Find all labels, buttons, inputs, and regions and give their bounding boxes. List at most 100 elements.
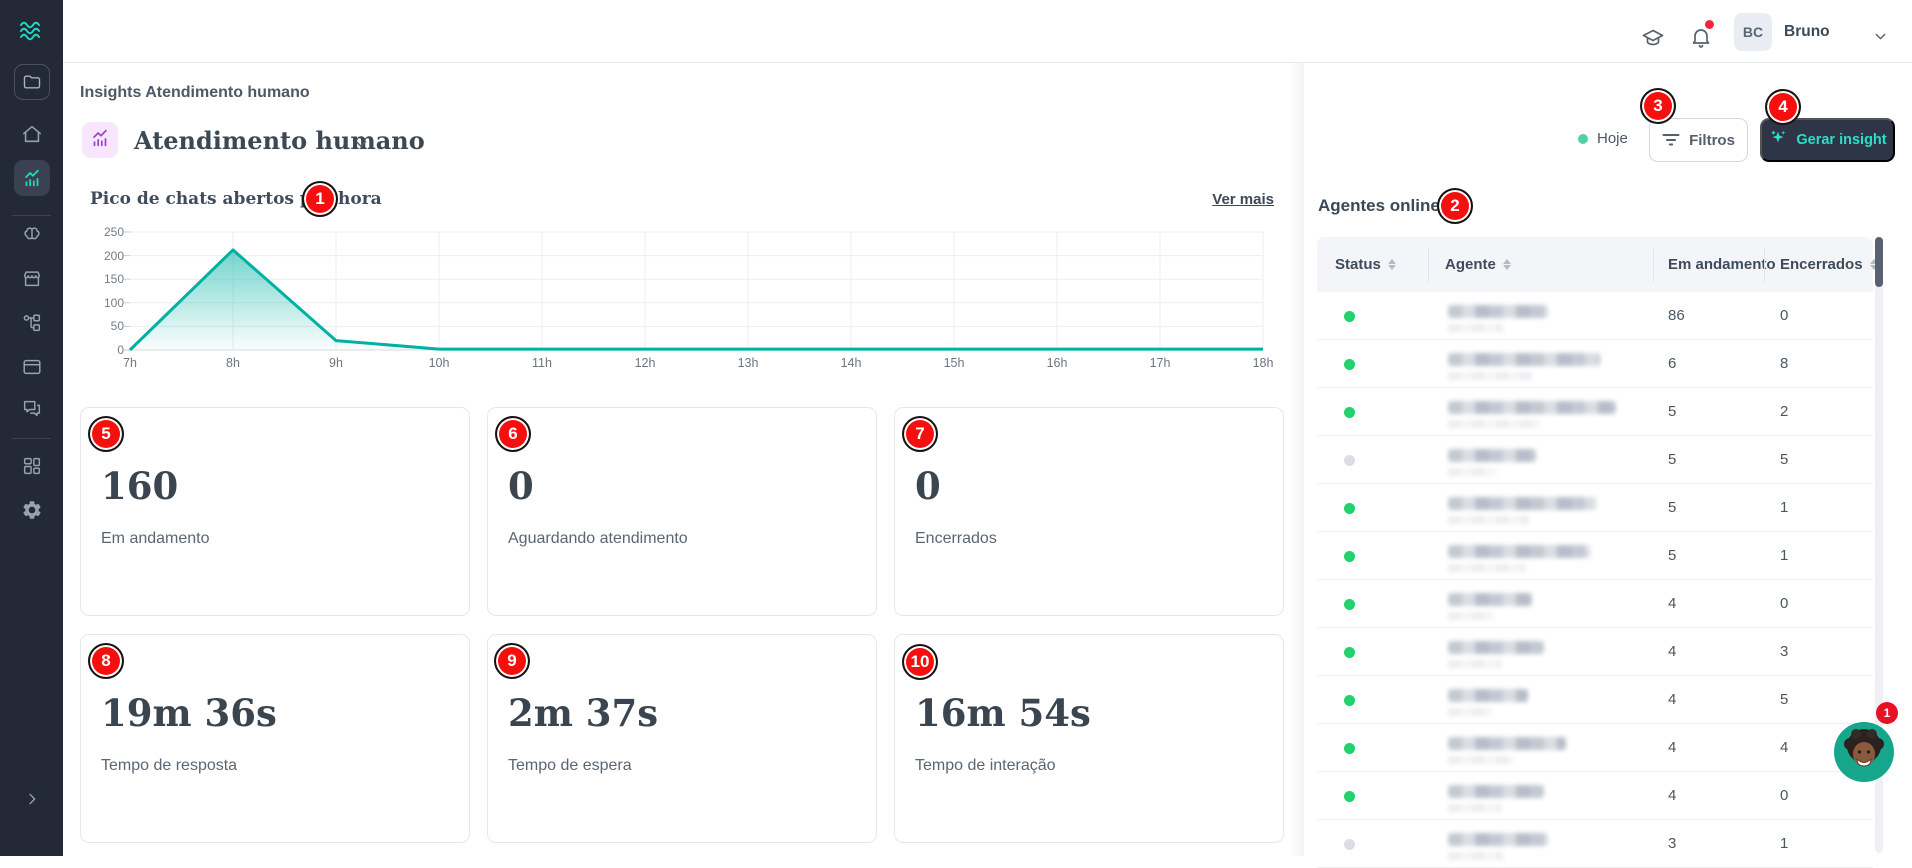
- cell-em-andamento: 6: [1668, 355, 1677, 372]
- sidebar: [0, 0, 63, 856]
- filter-icon: [1662, 131, 1680, 150]
- stat-card: 0 Encerrados: [894, 407, 1284, 616]
- storefront-icon: [21, 268, 43, 290]
- agent-subtext-redacted: [1448, 660, 1501, 668]
- panel-divider-shadow: [1290, 63, 1304, 856]
- table-row: 43: [1317, 628, 1873, 676]
- cell-encerrados: 3: [1780, 643, 1789, 660]
- agent-name-redacted: [1448, 545, 1590, 558]
- agent-name-redacted: [1448, 737, 1566, 750]
- agents-table: Status Agente Em andamento Encerrados 86…: [1317, 237, 1878, 868]
- sidebar-collapse-button[interactable]: [0, 786, 63, 812]
- sidebar-item-flows[interactable]: [0, 310, 63, 336]
- agents-table-header: Status Agente Em andamento Encerrados: [1317, 237, 1878, 292]
- sparkles-icon: [1768, 128, 1788, 152]
- sidebar-item-ai[interactable]: [0, 222, 63, 248]
- status-dot: [1344, 359, 1355, 370]
- app-logo[interactable]: [0, 16, 63, 46]
- x-tick-label: 10h: [428, 356, 450, 370]
- cell-encerrados: 1: [1780, 835, 1789, 852]
- sidebar-item-chats[interactable]: [0, 396, 63, 422]
- topbar: [63, 0, 1912, 63]
- stat-value: 0: [508, 464, 534, 508]
- cell-encerrados: 0: [1780, 595, 1789, 612]
- stat-value: 2m 37s: [508, 691, 659, 735]
- academy-button[interactable]: [1641, 26, 1665, 55]
- annotation-badge-1: 1: [302, 181, 338, 217]
- agent-subtext-redacted: [1448, 708, 1492, 716]
- y-tick-label: 50: [110, 319, 124, 334]
- stat-value: 19m 36s: [101, 691, 277, 735]
- annotation-badge-3: 3: [1640, 88, 1676, 124]
- sidebar-item-analytics[interactable]: [0, 159, 63, 197]
- column-header-status[interactable]: Status: [1335, 237, 1396, 292]
- title-dropdown-chevron[interactable]: [352, 135, 370, 158]
- cell-encerrados: 4: [1780, 739, 1789, 756]
- chat-widget-badge: 1: [1876, 702, 1898, 724]
- annotation-badge-10: 10: [902, 644, 938, 680]
- analytics-chart-icon: [13, 160, 50, 196]
- stat-value: 0: [915, 464, 941, 508]
- table-row: 86 0: [1317, 292, 1873, 340]
- scrollbar-thumb[interactable]: [1875, 237, 1883, 287]
- chat-widget-avatar[interactable]: [1834, 722, 1894, 782]
- header-separator: [1653, 247, 1654, 282]
- sidebar-item-store[interactable]: [0, 266, 63, 292]
- cell-em-andamento: 4: [1668, 595, 1677, 612]
- column-header-em-andamento[interactable]: Em andamento: [1668, 237, 1776, 292]
- cell-em-andamento: 4: [1668, 643, 1677, 660]
- cell-encerrados: 0: [1780, 307, 1789, 324]
- agent-name-redacted: [1448, 785, 1544, 798]
- stat-label: Encerrados: [915, 530, 997, 547]
- chevron-down-icon: [352, 140, 370, 157]
- sort-icon: [1502, 259, 1511, 270]
- cell-encerrados: 1: [1780, 499, 1789, 516]
- annotation-badge-8: 8: [88, 643, 124, 679]
- table-row: 31: [1317, 820, 1873, 868]
- cell-em-andamento: 5: [1668, 547, 1677, 564]
- agent-name-redacted: [1448, 401, 1616, 414]
- table-row: 55: [1317, 436, 1873, 484]
- stat-value: 160: [101, 464, 179, 508]
- agent-name-redacted: [1448, 497, 1596, 510]
- gear-icon: [21, 499, 43, 521]
- chat-bubbles-icon: [21, 398, 43, 420]
- column-header-agente[interactable]: Agente: [1445, 237, 1511, 292]
- x-tick-label: 11h: [532, 356, 552, 370]
- generate-insight-label: Gerar insight: [1796, 132, 1887, 148]
- agent-name-redacted: [1448, 449, 1536, 462]
- annotation-badge-7: 7: [902, 416, 938, 452]
- see-more-link[interactable]: Ver mais: [1198, 191, 1274, 208]
- user-menu-chevron[interactable]: [1872, 28, 1889, 50]
- cell-em-andamento: 4: [1668, 691, 1677, 708]
- cell-encerrados: 0: [1780, 787, 1789, 804]
- x-tick-label: 14h: [840, 356, 862, 370]
- sidebar-item-desk[interactable]: [0, 354, 63, 380]
- cell-em-andamento: 86: [1668, 307, 1685, 324]
- avatar[interactable]: BC: [1734, 13, 1772, 51]
- x-tick-label: 7h: [123, 356, 137, 370]
- column-header-encerrados[interactable]: Encerrados: [1780, 237, 1878, 292]
- filters-button[interactable]: Filtros: [1649, 118, 1748, 162]
- agent-subtext-redacted: [1448, 756, 1513, 764]
- y-tick-label: 250: [103, 225, 124, 239]
- cell-encerrados: 5: [1780, 451, 1789, 468]
- page-title[interactable]: Atendimento humano: [134, 126, 425, 155]
- agent-name-redacted: [1448, 833, 1548, 846]
- agent-name-redacted: [1448, 641, 1544, 654]
- x-tick-label: 15h: [943, 356, 965, 370]
- status-dot: [1344, 647, 1355, 658]
- stat-label: Tempo de resposta: [101, 757, 238, 774]
- line-chart: [124, 231, 1264, 352]
- sidebar-item-home[interactable]: [0, 121, 63, 147]
- chevron-right-icon: [24, 791, 40, 807]
- sidebar-item-settings[interactable]: [0, 497, 63, 523]
- agent-subtext-redacted: [1448, 852, 1503, 860]
- agents-online-title: Agentes online: [1318, 196, 1440, 215]
- user-name[interactable]: Bruno: [1784, 23, 1830, 41]
- agent-subtext-redacted: [1448, 372, 1532, 380]
- date-filter-chip[interactable]: Hoje: [1578, 130, 1628, 147]
- sidebar-item-apps[interactable]: [0, 453, 63, 479]
- sidebar-item-workspace[interactable]: [0, 63, 63, 101]
- status-dot: [1344, 743, 1355, 754]
